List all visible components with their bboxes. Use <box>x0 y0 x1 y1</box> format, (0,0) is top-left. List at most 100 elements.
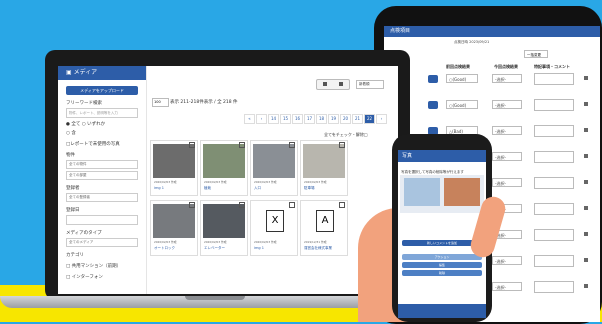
radio-and[interactable]: 含 <box>71 131 76 136</box>
delete-button[interactable]: 削除 <box>402 270 482 276</box>
delete-icon[interactable] <box>584 206 588 210</box>
prev-result-select[interactable]: ○(Good) <box>446 74 478 83</box>
delete-icon[interactable] <box>584 232 588 236</box>
page-link[interactable]: ‹ <box>256 114 267 124</box>
page-link[interactable]: « <box>244 114 255 124</box>
camera-icon[interactable] <box>428 75 438 83</box>
media-thumbnail[interactable] <box>153 204 195 238</box>
page-link[interactable]: 20 <box>340 114 351 124</box>
edit-icon[interactable] <box>289 142 295 148</box>
comment-field[interactable] <box>534 229 574 241</box>
media-name[interactable]: 駐車場 <box>304 186 315 191</box>
date-input[interactable] <box>66 215 138 225</box>
grid-view-icon[interactable] <box>323 82 327 86</box>
registrant-select[interactable]: 全ての登録者 <box>66 193 138 202</box>
page-link[interactable]: 21 <box>352 114 363 124</box>
phone-bottom-nav[interactable] <box>398 304 486 318</box>
upload-button[interactable]: メディアをアップロード <box>66 86 138 95</box>
page-link[interactable]: 16 <box>292 114 303 124</box>
current-result-select[interactable]: -选択- <box>492 256 522 265</box>
delete-icon[interactable] <box>584 284 588 288</box>
page-link[interactable]: › <box>376 114 387 124</box>
match-radio-group[interactable]: ● 全て ○ いずれか <box>66 121 146 127</box>
delete-icon[interactable] <box>584 76 588 80</box>
delete-icon[interactable] <box>584 102 588 106</box>
current-result-select[interactable]: -选択- <box>492 152 522 161</box>
media-thumbnail[interactable] <box>203 144 245 178</box>
comment-field[interactable] <box>534 99 574 111</box>
edit-icon[interactable] <box>339 142 345 148</box>
comment-field[interactable] <box>534 203 574 215</box>
prev-result-select[interactable]: ○(Good) <box>446 100 478 109</box>
media-name[interactable]: 運営会社様式事業 <box>304 246 332 251</box>
check-all-label[interactable]: 全てをチェック・解除 <box>324 132 364 137</box>
media-card[interactable]: 2020/02/03 作成 駐車場 <box>300 140 348 196</box>
keyword-input[interactable]: 物件、レポート、説明等を入力 <box>66 108 138 118</box>
radio-all[interactable]: 全て <box>71 122 80 127</box>
page-link[interactable]: 19 <box>328 114 339 124</box>
edit-icon[interactable] <box>289 202 295 208</box>
media-card[interactable]: X 2020/02/03 作成 img 1 <box>250 200 298 256</box>
edit-icon[interactable] <box>239 202 245 208</box>
room-select[interactable]: 全ての部屋 <box>66 171 138 180</box>
page-link[interactable]: 14 <box>268 114 279 124</box>
radio-and-row[interactable]: ○ 含 <box>66 130 146 136</box>
current-result-select[interactable]: -选択- <box>492 126 522 135</box>
edit-icon[interactable] <box>339 202 345 208</box>
current-result-select[interactable]: -选択- <box>492 178 522 187</box>
check-all-toggle[interactable]: 全てをチェック・解除□ <box>324 132 368 138</box>
current-result-select[interactable]: -选択- <box>492 282 522 291</box>
media-name[interactable]: エレベーター <box>204 246 225 251</box>
delete-icon[interactable] <box>584 128 588 132</box>
edit-icon[interactable] <box>189 142 195 148</box>
category-item-2[interactable]: □ インターフォン <box>66 274 146 280</box>
comment-field[interactable] <box>534 73 574 85</box>
media-card[interactable]: 2020/02/03 作成 オートロック <box>150 200 198 256</box>
per-page-select[interactable]: 100 <box>152 98 169 107</box>
comment-field[interactable] <box>534 281 574 293</box>
media-thumbnail[interactable] <box>153 144 195 178</box>
media-thumbnail[interactable] <box>203 204 245 238</box>
photo-carousel[interactable] <box>400 175 484 213</box>
media-name[interactable]: 入口 <box>254 186 261 191</box>
carousel-photo-2[interactable] <box>444 178 480 206</box>
edit-icon[interactable] <box>239 142 245 148</box>
edit-icon[interactable] <box>189 202 195 208</box>
media-card[interactable]: 2020/02/03 作成 植栽 <box>200 140 248 196</box>
unused-checkbox[interactable]: □レポートで未使用の写真 <box>66 141 146 147</box>
edit-button[interactable]: 編集 <box>402 262 482 268</box>
media-card[interactable]: A 2019/12/31 作成 運営会社様式事業 <box>300 200 348 256</box>
media-card[interactable]: 2020/02/03 作成 入口 <box>250 140 298 196</box>
type-select[interactable]: 全てのメディア <box>66 238 138 247</box>
current-result-select[interactable]: -选択- <box>492 74 522 83</box>
media-thumbnail[interactable]: X <box>253 204 295 238</box>
sort-select[interactable]: 新着順 <box>356 80 384 89</box>
property-select[interactable]: 全ての物件 <box>66 160 138 169</box>
media-card[interactable]: 2020/02/03 作成 エレベーター <box>200 200 248 256</box>
page-link[interactable]: 18 <box>316 114 327 124</box>
comment-field[interactable] <box>534 255 574 267</box>
media-thumbnail[interactable] <box>253 144 295 178</box>
page-link[interactable]: 15 <box>280 114 291 124</box>
media-name[interactable]: img 1 <box>154 186 164 190</box>
action-button[interactable]: アクション <box>402 254 482 260</box>
media-thumbnail[interactable]: A <box>303 204 345 238</box>
media-name[interactable]: オートロック <box>154 246 175 251</box>
media-name[interactable]: 植栽 <box>204 186 211 191</box>
bulk-change-select[interactable]: 一括変更 <box>524 50 548 58</box>
page-link[interactable]: 17 <box>304 114 315 124</box>
carousel-photo-1[interactable] <box>404 178 440 206</box>
comment-field[interactable] <box>534 177 574 189</box>
current-result-select[interactable]: -选択- <box>492 100 522 109</box>
media-thumbnail[interactable] <box>303 144 345 178</box>
media-card[interactable]: 2020/02/03 作成 img 1 <box>150 140 198 196</box>
media-name[interactable]: img 1 <box>254 246 264 250</box>
delete-icon[interactable] <box>584 154 588 158</box>
category-item-1[interactable]: □ 共用マンション（前期） <box>66 263 146 269</box>
comment-field[interactable] <box>534 125 574 137</box>
delete-icon[interactable] <box>584 180 588 184</box>
radio-any[interactable]: いずれか <box>87 122 105 127</box>
view-toggle[interactable] <box>316 79 350 90</box>
camera-icon[interactable] <box>428 101 438 109</box>
comment-field[interactable] <box>534 151 574 163</box>
